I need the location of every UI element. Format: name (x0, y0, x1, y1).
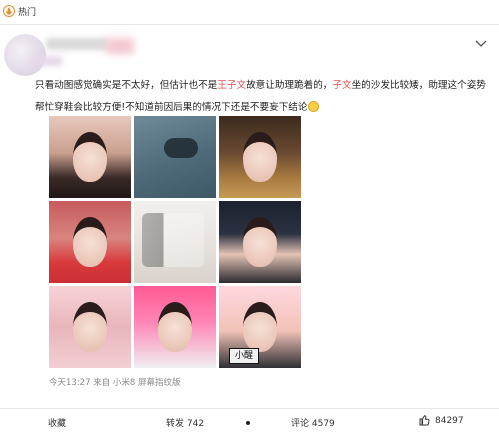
portrait-shape (158, 302, 192, 352)
post-meta: 今天13:27 来自 小米8 屏幕指纹版 (49, 378, 181, 388)
sweat-smile-emoji-icon (308, 101, 320, 112)
blurred-subtitle (30, 56, 62, 66)
portrait-shape (73, 132, 107, 182)
mention-ziwen[interactable]: 子文 (332, 80, 351, 91)
portrait-shape (73, 217, 107, 267)
page-indicator-dot (246, 421, 250, 425)
hot-tab-label[interactable]: 热门 (18, 5, 36, 18)
like-count[interactable]: 84297 (421, 416, 464, 426)
mention-wangziwen[interactable]: 王子文 (217, 80, 246, 91)
avatar[interactable] (4, 34, 46, 76)
photo-8[interactable] (134, 286, 216, 368)
blurred-badge (106, 38, 134, 54)
comment-button[interactable]: 评论 4579 (291, 416, 335, 429)
swimmer-shape (164, 138, 198, 158)
post-text-part-2: 故意让助理跪着的， (246, 80, 333, 91)
photo-1[interactable] (49, 116, 131, 198)
photo-4[interactable] (49, 201, 131, 283)
portrait-shape (73, 302, 107, 352)
repost-button[interactable]: 转发 742 (166, 416, 204, 429)
top-bar: 热门 (0, 0, 499, 25)
portrait-shape (243, 217, 277, 267)
photo-tag: 小醒 (229, 348, 259, 364)
post-text-part-1: 只看动图感觉确实是不太好，但估计也不是 (35, 80, 218, 91)
scene-shape (142, 213, 204, 267)
blurred-username (46, 38, 108, 50)
favorite-button[interactable]: 收藏 (48, 416, 66, 429)
portrait-shape (243, 302, 277, 352)
photo-7[interactable] (49, 286, 131, 368)
portrait-shape (243, 132, 277, 182)
action-bar: 收藏 转发 742 评论 4579 84297 (0, 408, 499, 433)
post-text: 只看动图感觉确实是不太好，但估计也不是王子文故意让助理跪着的，子文坐的沙发比较矮… (35, 75, 490, 119)
photo-9[interactable]: 小醒 (219, 286, 301, 368)
photo-3[interactable] (219, 116, 301, 198)
photo-2[interactable] (134, 116, 216, 198)
fire-icon (3, 5, 15, 17)
photo-5[interactable] (134, 201, 216, 283)
photo-6[interactable] (219, 201, 301, 283)
chevron-down-icon[interactable] (475, 40, 487, 48)
